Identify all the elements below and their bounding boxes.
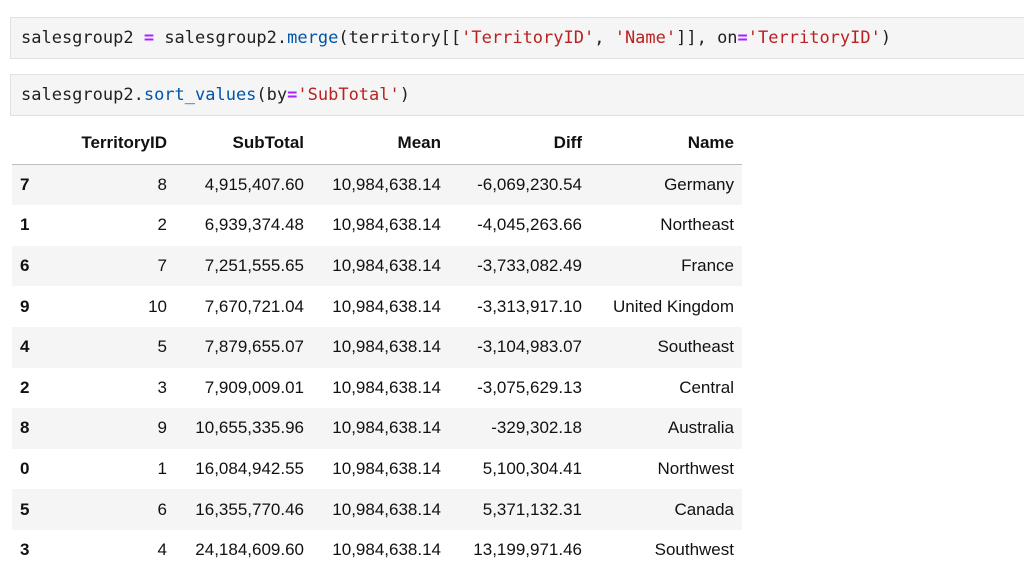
code-cell-sort-values[interactable]: salesgroup2.sort_values(by='SubTotal') <box>10 74 1024 116</box>
code-token: (territory[[ <box>338 28 462 48</box>
table-row: 9 10 7,670,721.04 10,984,638.14 -3,313,917.1… <box>12 286 742 327</box>
diff-cell: 13,199,971.46 <box>473 540 582 560</box>
table-row: 2 3 7,909,009.01 10,984,638.14 -3,075,629.13… <box>12 367 742 409</box>
code-token: 'SubTotal' <box>297 85 400 105</box>
table-row: 6 7 7,251,555.65 10,984,638.14 -3,733,082.49… <box>12 245 742 287</box>
code-token: , <box>594 28 615 48</box>
subtotal-cell: 24,184,609.60 <box>195 540 304 560</box>
code-token: ) <box>399 85 410 105</box>
subtotal-cell: 10,655,335.96 <box>195 418 304 438</box>
mean-cell: 10,984,638.14 <box>332 174 441 194</box>
diff-cell: -4,045,263.66 <box>477 215 582 235</box>
code-token: 'TerritoryID' <box>747 28 881 48</box>
name-cell: Southwest <box>654 540 734 560</box>
mean-cell: 10,984,638.14 <box>332 499 441 519</box>
row-index-cell: 8 <box>20 418 30 438</box>
mean-cell: 10,984,638.14 <box>332 256 441 276</box>
row-index-cell: 9 <box>20 296 30 316</box>
mean-cell: 10,984,638.14 <box>332 337 441 357</box>
name-cell: Australia <box>667 418 734 438</box>
table-header-row: TerritoryID SubTotal Mean Diff Name <box>12 123 742 165</box>
territoryid-cell: 8 <box>157 174 167 194</box>
subtotal-cell: 16,355,770.46 <box>195 499 304 519</box>
table-row: 4 5 7,879,655.07 10,984,638.14 -3,104,983.07… <box>12 326 742 368</box>
diff-cell: 5,371,132.31 <box>482 499 582 519</box>
code-token: = <box>287 85 298 105</box>
mean-cell: 10,984,638.14 <box>332 296 441 316</box>
territoryid-cell: 6 <box>157 499 167 519</box>
row-index-cell: 7 <box>20 174 30 194</box>
subtotal-column-header: SubTotal <box>175 123 312 165</box>
mean-cell: 10,984,638.14 <box>332 215 441 235</box>
mean-cell: 10,984,638.14 <box>332 459 441 479</box>
name-cell: Canada <box>674 499 734 519</box>
diff-cell: -3,313,917.10 <box>477 296 582 316</box>
table-row: 0 1 16,084,942.55 10,984,638.14 5,100,304.41… <box>12 448 742 490</box>
code-token: salesgroup2. <box>154 28 288 48</box>
row-index-cell: 3 <box>20 540 30 560</box>
code-token: salesgroup2. <box>21 85 144 105</box>
index-column-header <box>12 123 52 165</box>
territoryid-cell: 1 <box>157 459 167 479</box>
territoryid-cell: 5 <box>157 337 167 357</box>
table-row: 1 2 6,939,374.48 10,984,638.14 -4,045,263.66… <box>12 205 742 246</box>
diff-cell: 5,100,304.41 <box>482 459 582 479</box>
row-index-cell: 4 <box>20 337 30 357</box>
subtotal-cell: 7,909,009.01 <box>204 377 304 397</box>
name-cell: Germany <box>664 174 734 194</box>
territoryid-cell: 10 <box>148 296 167 316</box>
code-token: salesgroup2 <box>21 28 144 48</box>
name-cell: France <box>681 256 734 276</box>
code-cell-merge[interactable]: salesgroup2 = salesgroup2.merge(territor… <box>10 17 1024 59</box>
row-index-cell: 5 <box>20 499 30 519</box>
mean-cell: 10,984,638.14 <box>332 377 441 397</box>
code-token: 'TerritoryID' <box>461 28 595 48</box>
subtotal-cell: 6,939,374.48 <box>204 215 304 235</box>
code-token: = <box>737 28 748 48</box>
diff-cell: -6,069,230.54 <box>477 174 582 194</box>
subtotal-cell: 7,670,721.04 <box>204 296 304 316</box>
code-token: 'Name' <box>614 28 677 48</box>
name-cell: Northwest <box>657 459 734 479</box>
territoryid-cell: 2 <box>157 215 167 235</box>
table-row: 7 8 4,915,407.60 10,984,638.14 -6,069,230.54… <box>12 164 742 206</box>
territoryid-cell: 4 <box>157 540 167 560</box>
row-index-cell: 0 <box>20 459 30 479</box>
code-token: ) <box>880 28 892 48</box>
table-row: 3 4 24,184,609.60 10,984,638.14 13,199,971.4… <box>12 529 742 571</box>
subtotal-cell: 16,084,942.55 <box>195 459 304 479</box>
diff-cell: -3,075,629.13 <box>477 377 582 397</box>
name-cell: Northeast <box>660 215 734 235</box>
subtotal-cell: 7,879,655.07 <box>204 337 304 357</box>
code-token: = <box>143 28 155 48</box>
row-index-cell: 6 <box>20 256 30 276</box>
code-token: sort_values <box>143 85 257 105</box>
code-token: (by <box>256 85 288 105</box>
name-cell: United Kingdom <box>613 296 734 316</box>
table-row: 5 6 16,355,770.46 10,984,638.14 5,371,132.31… <box>12 489 742 530</box>
subtotal-cell: 4,915,407.60 <box>204 174 304 194</box>
table-row: 8 9 10,655,335.96 10,984,638.14 -329,302.18 A… <box>12 408 742 449</box>
row-index-cell: 1 <box>20 215 30 235</box>
subtotal-cell: 7,251,555.65 <box>204 256 304 276</box>
name-cell: Southeast <box>657 337 734 357</box>
territoryid-column-header: TerritoryID <box>52 123 175 165</box>
dataframe-output-table: TerritoryID SubTotal Mean Diff Name 7 8 4,… <box>12 123 742 571</box>
diff-cell: -329,302.18 <box>491 418 582 438</box>
name-column-header: Name <box>590 123 742 165</box>
code-token: merge <box>287 28 339 48</box>
territoryid-cell: 9 <box>157 418 167 438</box>
row-index-cell: 2 <box>20 377 30 397</box>
name-cell: Central <box>679 377 734 397</box>
territoryid-cell: 7 <box>157 256 167 276</box>
diff-column-header: Diff <box>449 123 590 165</box>
mean-column-header: Mean <box>312 123 449 165</box>
mean-cell: 10,984,638.14 <box>332 418 441 438</box>
mean-cell: 10,984,638.14 <box>332 540 441 560</box>
diff-cell: -3,104,983.07 <box>477 337 582 357</box>
diff-cell: -3,733,082.49 <box>477 256 582 276</box>
territoryid-cell: 3 <box>157 377 167 397</box>
code-token: ]], on <box>676 28 738 48</box>
